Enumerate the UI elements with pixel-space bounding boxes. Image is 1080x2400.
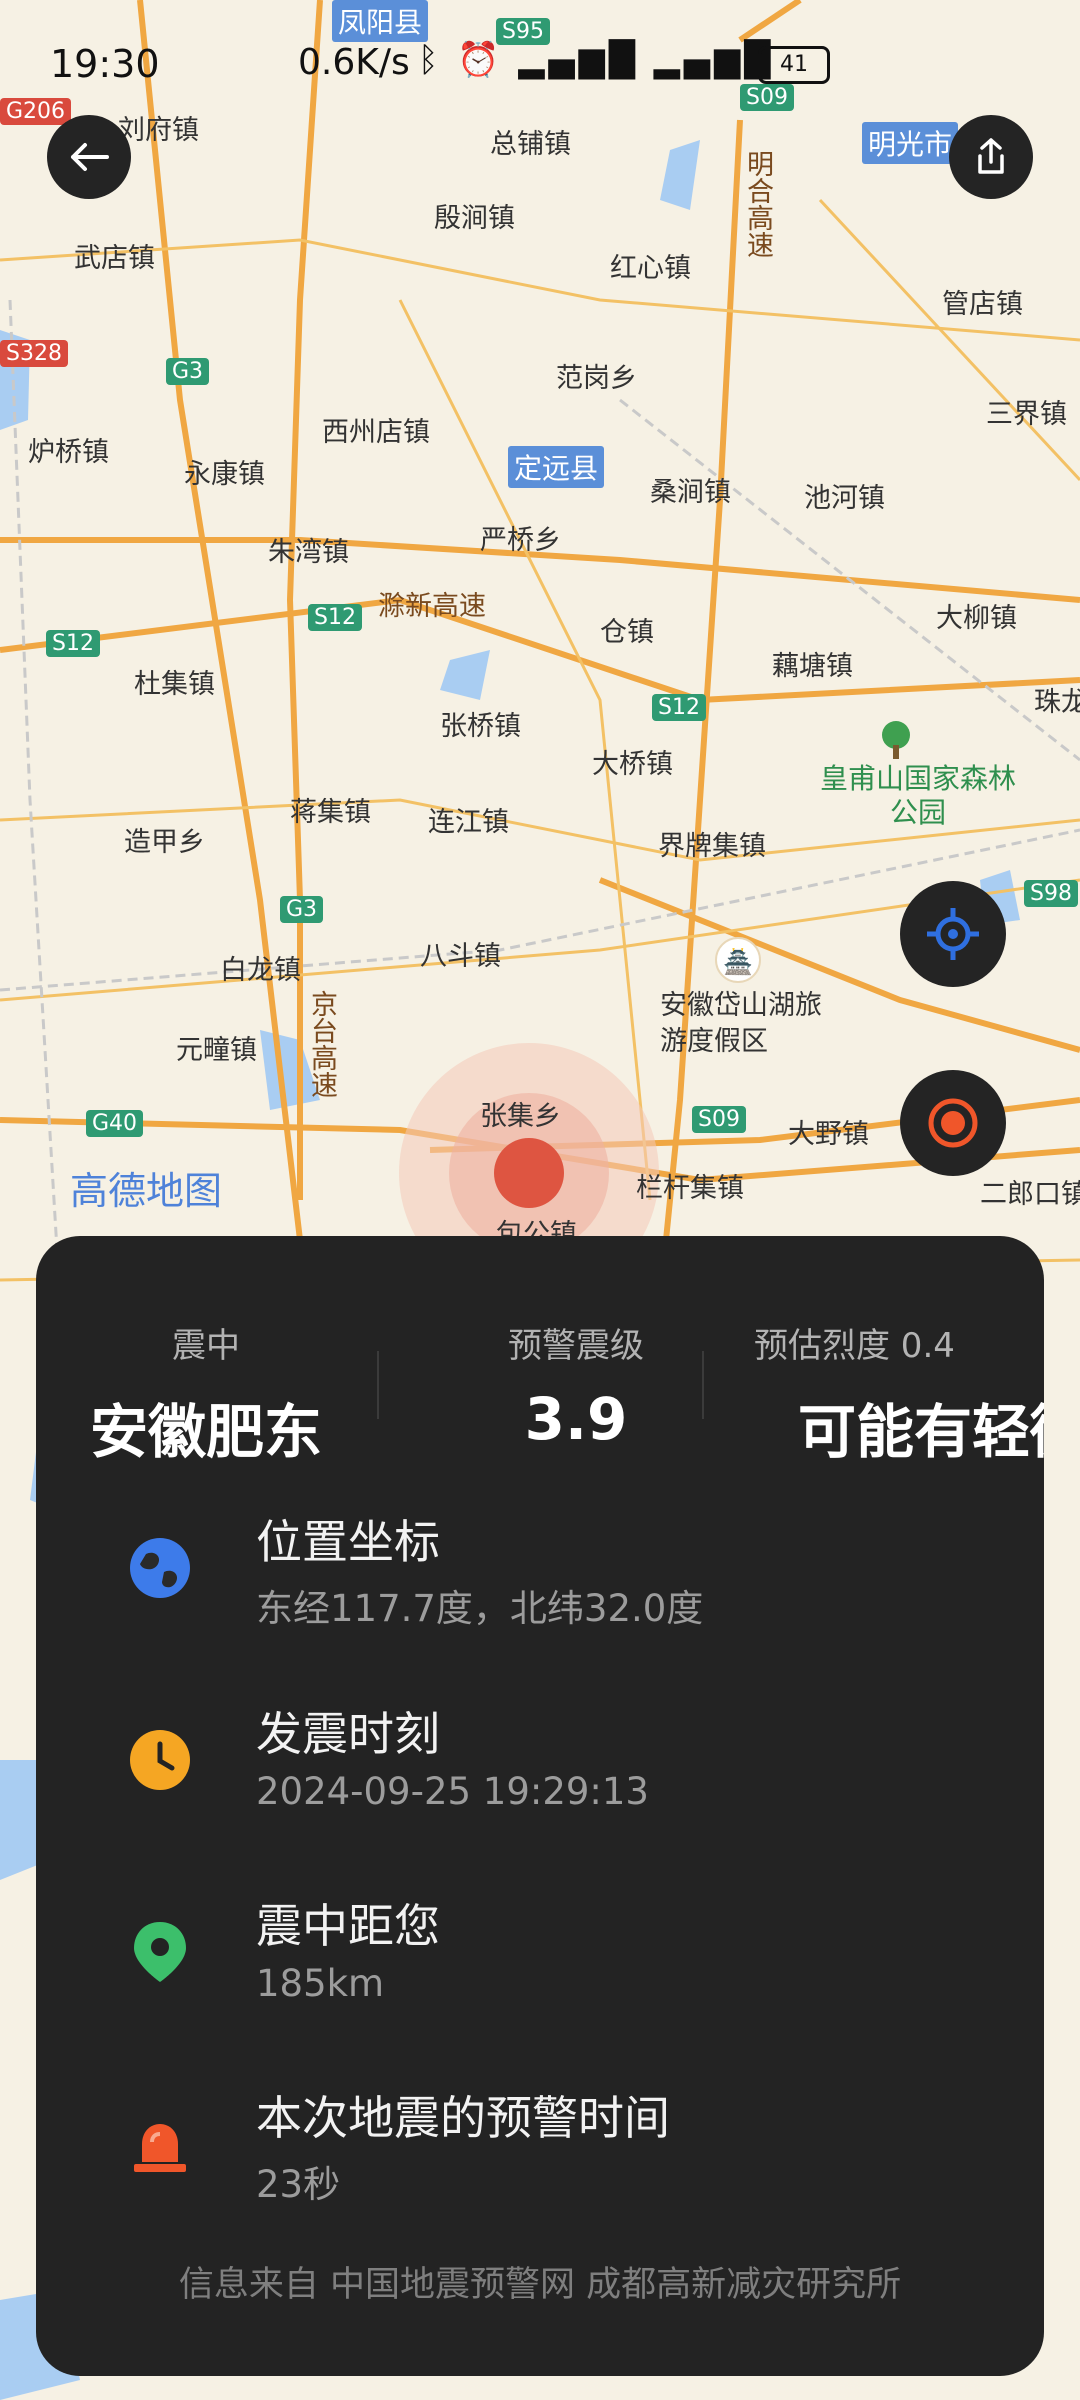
road-tag: S12	[46, 630, 100, 657]
map-label: 池河镇	[804, 483, 885, 514]
stat-label: 预警震级	[508, 1326, 644, 1366]
map-label: 大柳镇	[936, 603, 1017, 634]
map-label: 三界镇	[986, 399, 1067, 430]
map-label: 范岗乡	[556, 363, 637, 394]
map-label: 朱湾镇	[268, 537, 349, 568]
data-source-footer: 信息来自 中国地震预警网 成都高新减灾研究所	[178, 2265, 902, 2305]
map-label: 白龙镇	[220, 955, 301, 986]
road-tag: S12	[652, 694, 706, 721]
map-watermark: 高德地图	[70, 1169, 223, 1213]
arrow-left-icon	[71, 143, 109, 171]
stat-intensity: 预估烈度 0.4 可能有轻微震感	[736, 1318, 1044, 1469]
map-label: 桑涧镇	[650, 477, 731, 508]
map-label: 炉桥镇	[28, 437, 109, 468]
expressway-label: 京台高速	[306, 990, 337, 1098]
map-label: 西州店镇	[322, 417, 430, 448]
expressway-label: 滁新高速	[378, 591, 486, 622]
info-title: 位置坐标	[256, 1515, 440, 1569]
road-tag: G40	[86, 1110, 144, 1137]
expressway-label: 明合高速	[742, 150, 773, 258]
map-label: 藕塘镇	[772, 651, 853, 682]
status-icons: ᛒ ⏰ ▂▄▆█ ▂▄▆█	[418, 40, 774, 80]
info-row-coordinates: 位置坐标 东经117.7度，北纬32.0度	[36, 1506, 1044, 1666]
road-tag: S98	[1024, 880, 1078, 907]
alarm-light-icon	[134, 2124, 186, 2172]
status-bar: 19:30 0.6K/s ᛒ ⏰ ▂▄▆█ ▂▄▆█ 41	[0, 0, 1080, 130]
map-label: 八斗镇	[420, 941, 501, 972]
map-pin-icon	[134, 1922, 186, 1982]
divider	[377, 1351, 379, 1419]
map-label: 殷涧镇	[434, 203, 515, 234]
info-value: 23秒	[256, 2163, 341, 2206]
map-label: 张桥镇	[440, 711, 521, 742]
map-label: 仓镇	[600, 617, 654, 648]
battery-icon: 41	[758, 46, 830, 84]
signal-icon: ▂▄▆█	[653, 40, 775, 80]
map-label: 杜集镇	[134, 669, 215, 700]
share-icon	[978, 138, 1004, 174]
stat-value: 可能有轻微震感	[798, 1398, 1044, 1466]
locate-button[interactable]	[900, 881, 1006, 987]
map-label: 元疃镇	[176, 1035, 257, 1066]
info-row-time: 发震时刻 2024-09-25 19:29:13	[36, 1698, 1044, 1858]
map-label: 大桥镇	[592, 749, 673, 780]
road-tag: G3	[280, 896, 324, 923]
alarm-icon: ⏰	[457, 40, 504, 80]
network-speed: 0.6K/s	[298, 42, 410, 83]
road-tag: S12	[308, 604, 362, 631]
road-tag: S328	[0, 340, 68, 367]
info-title: 震中距您	[256, 1899, 440, 1953]
info-row-warning-time: 本次地震的预警时间 23秒	[36, 2082, 1044, 2242]
map-label: 严桥乡	[480, 525, 561, 556]
map-label: 蒋集镇	[290, 797, 371, 828]
bluetooth-icon: ᛒ	[418, 40, 443, 80]
stat-label: 震中	[172, 1326, 240, 1366]
epicenter-button[interactable]	[900, 1070, 1006, 1176]
map-label: 大野镇	[788, 1119, 869, 1150]
info-value: 2024-09-25 19:29:13	[256, 1770, 649, 1813]
map-label: 二郎口镇	[980, 1179, 1080, 1210]
crosshair-icon	[927, 908, 979, 960]
status-time: 19:30	[50, 42, 160, 86]
map-label: 栏杆集镇	[636, 1173, 744, 1204]
info-title: 本次地震的预警时间	[256, 2091, 670, 2145]
info-row-distance: 震中距您 185km	[36, 1890, 1044, 2050]
map-label: 红心镇	[610, 253, 691, 284]
signal-icon: ▂▄▆█	[518, 40, 639, 80]
road-tag: S09	[692, 1106, 746, 1133]
map-label: 界牌集镇	[658, 831, 766, 862]
globe-icon	[130, 1538, 190, 1598]
info-value: 185km	[256, 1962, 385, 2005]
stat-value: 安徽肥东	[89, 1398, 322, 1466]
epicenter-marker	[494, 1138, 564, 1208]
back-button[interactable]	[47, 115, 131, 199]
map-label: 连江镇	[428, 807, 509, 838]
share-button[interactable]	[949, 115, 1033, 199]
stat-label: 预估烈度 0.4	[754, 1326, 955, 1366]
map-label: 管店镇	[942, 289, 1023, 320]
stat-value: 3.9	[524, 1385, 628, 1453]
info-title: 发震时刻	[256, 1707, 440, 1761]
road-tag: G3	[166, 358, 210, 385]
poi-resort-label: 安徽岱山湖旅游度假区	[660, 990, 822, 1057]
map-label: 武店镇	[74, 243, 155, 274]
svg-text:🏯: 🏯	[723, 947, 753, 976]
map-label: 珠龙	[1034, 687, 1080, 718]
target-icon	[928, 1098, 978, 1148]
county-label: 定远县	[508, 446, 605, 488]
clock-icon	[130, 1730, 190, 1790]
stat-epicenter: 震中 安徽肥东	[76, 1318, 336, 1469]
divider	[702, 1351, 704, 1419]
earthquake-info-panel: 震中 安徽肥东 预警震级 3.9 预估烈度 0.4 可能有轻微震感 位置坐标 东…	[36, 1236, 1044, 2376]
poi-forest-park-label: 皇甫山国家森林公园	[819, 762, 1016, 829]
map-label: 永康镇	[184, 459, 265, 490]
info-value: 东经117.7度，北纬32.0度	[256, 1587, 704, 1630]
map-label: 造甲乡	[124, 827, 205, 858]
map-label: 张集乡	[480, 1101, 561, 1132]
stat-magnitude: 预警震级 3.9	[416, 1318, 736, 1453]
